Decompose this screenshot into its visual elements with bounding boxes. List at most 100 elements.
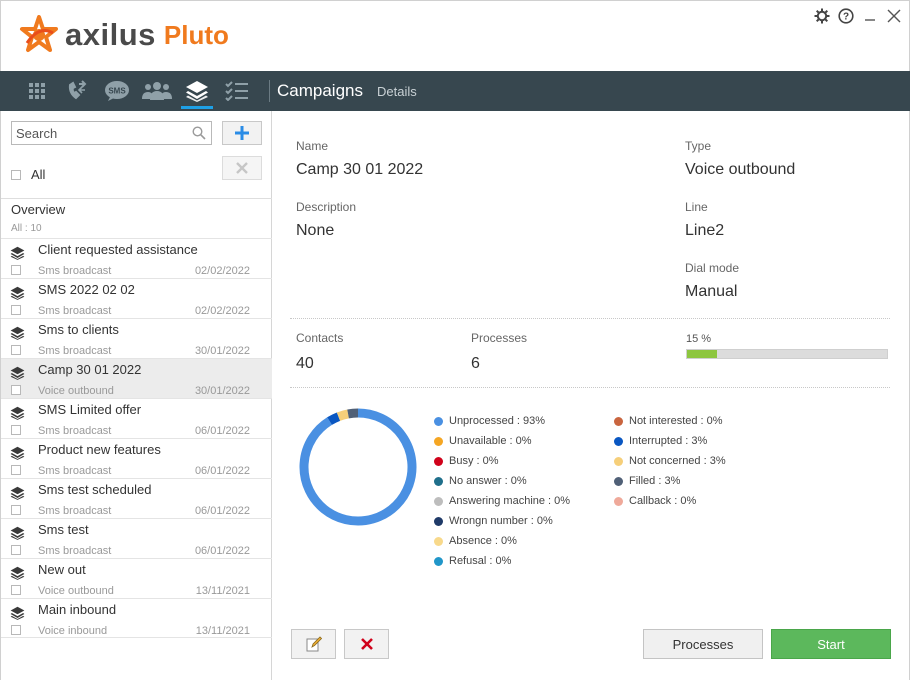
legend-item: Unavailable : 0% bbox=[434, 431, 570, 451]
brand-name: axilus bbox=[65, 17, 156, 52]
item-checkbox[interactable] bbox=[11, 505, 21, 515]
legend-label: Absence : 0% bbox=[449, 535, 517, 547]
donut-slice-unprocessed bbox=[299, 408, 417, 526]
list-item[interactable]: New out Voice outbound 13/11/2021 bbox=[1, 558, 272, 598]
item-checkbox[interactable] bbox=[11, 265, 21, 275]
list-item[interactable]: Sms test scheduled Sms broadcast 06/01/2… bbox=[1, 478, 272, 518]
breadcrumb-details[interactable]: Details bbox=[377, 84, 417, 99]
layers-icon bbox=[10, 486, 25, 505]
app-header: axilus Pluto ? bbox=[0, 0, 910, 71]
list-item[interactable]: Sms to clients Sms broadcast 30/01/2022 bbox=[1, 318, 272, 358]
layers-icon bbox=[10, 366, 25, 385]
list-item[interactable]: Sms test Sms broadcast 06/01/2022 bbox=[1, 518, 272, 558]
campaign-name: Camp 30 01 2022 bbox=[38, 362, 142, 377]
campaign-name: Product new features bbox=[38, 442, 161, 457]
campaign-type: Sms broadcast bbox=[38, 545, 112, 557]
campaign-date: 06/01/2022 bbox=[194, 545, 250, 557]
grid-icon[interactable] bbox=[17, 71, 57, 111]
legend-swatch bbox=[614, 496, 623, 506]
donut-slice-filled bbox=[347, 408, 359, 419]
close-icon[interactable] bbox=[885, 7, 903, 25]
search-input[interactable] bbox=[12, 122, 182, 144]
legend-swatch bbox=[434, 536, 443, 546]
divider bbox=[290, 387, 890, 388]
legend-label: Answering machine : 0% bbox=[449, 495, 571, 507]
campaign-type: Sms broadcast bbox=[38, 505, 112, 517]
legend-swatch bbox=[434, 476, 443, 486]
legend-label: Interrupted : 3% bbox=[629, 435, 708, 447]
description-label: Description bbox=[296, 200, 357, 214]
svg-text:SMS: SMS bbox=[108, 87, 126, 96]
list-item[interactable]: SMS 2022 02 02 Sms broadcast 02/02/2022 bbox=[1, 278, 272, 318]
add-campaign-button[interactable] bbox=[222, 121, 262, 145]
legend-label: Unprocessed : 93% bbox=[449, 415, 545, 427]
list-item[interactable]: Client requested assistance Sms broadcas… bbox=[1, 238, 272, 278]
select-all-row: All bbox=[11, 167, 45, 182]
axilus-logo-icon bbox=[20, 15, 58, 52]
delete-campaign-button[interactable] bbox=[222, 156, 262, 180]
legend-label: Unavailable : 0% bbox=[449, 435, 532, 447]
item-checkbox[interactable] bbox=[11, 345, 21, 355]
legend-swatch bbox=[434, 436, 443, 446]
progress-bar bbox=[686, 349, 888, 359]
campaign-date: 30/01/2022 bbox=[194, 385, 250, 397]
line-value: Line2 bbox=[685, 222, 725, 239]
call-transfer-icon[interactable] bbox=[57, 71, 97, 111]
campaign-type: Voice inbound bbox=[38, 625, 108, 637]
item-checkbox[interactable] bbox=[11, 425, 21, 435]
list-item[interactable]: Main inbound Voice inbound 13/11/2021 bbox=[1, 598, 272, 638]
campaign-name: Sms test scheduled bbox=[38, 482, 152, 497]
overview-title: Overview bbox=[11, 202, 66, 217]
edit-button[interactable] bbox=[291, 629, 336, 659]
type-label: Type bbox=[685, 139, 712, 153]
legend-label: No answer : 0% bbox=[449, 475, 527, 487]
legend-swatch bbox=[614, 416, 623, 426]
layers-icon bbox=[10, 326, 25, 345]
edit-icon bbox=[306, 636, 322, 652]
gear-icon[interactable] bbox=[813, 7, 831, 25]
delete-button[interactable] bbox=[344, 629, 389, 659]
layers-icon bbox=[10, 606, 25, 625]
contacts-label: Contacts bbox=[296, 331, 344, 345]
campaign-type: Sms broadcast bbox=[38, 345, 112, 357]
layers-icon[interactable] bbox=[177, 71, 217, 111]
search-icon[interactable] bbox=[192, 126, 206, 145]
start-button[interactable]: Start bbox=[771, 629, 891, 659]
campaign-name: Sms test bbox=[38, 522, 89, 537]
processes-value: 6 bbox=[471, 355, 480, 372]
name-value: Camp 30 01 2022 bbox=[296, 161, 424, 178]
search-box bbox=[11, 121, 212, 145]
minimize-icon[interactable] bbox=[861, 7, 879, 25]
toolbar-separator bbox=[269, 80, 270, 102]
campaign-date: 30/01/2022 bbox=[194, 345, 250, 357]
campaign-list: Client requested assistance Sms broadcas… bbox=[1, 238, 272, 638]
legend-swatch bbox=[434, 416, 443, 426]
layers-icon bbox=[10, 406, 25, 425]
select-all-checkbox[interactable] bbox=[11, 169, 21, 180]
line-label: Line bbox=[685, 200, 708, 214]
processes-button[interactable]: Processes bbox=[643, 629, 763, 659]
item-checkbox[interactable] bbox=[11, 305, 21, 315]
help-icon[interactable]: ? bbox=[837, 7, 855, 25]
legend-label: Callback : 0% bbox=[629, 495, 697, 507]
legend-swatch bbox=[434, 516, 443, 526]
list-item-selected[interactable]: Camp 30 01 2022 Voice outbound 30/01/202… bbox=[1, 358, 272, 398]
campaign-name: Main inbound bbox=[38, 602, 117, 617]
item-checkbox[interactable] bbox=[11, 385, 21, 395]
legend-item: Unprocessed : 93% bbox=[434, 411, 570, 431]
main-toolbar: SMS Campaigns Details bbox=[0, 71, 910, 111]
campaign-details: Name Camp 30 01 2022 Type Voice outbound… bbox=[272, 111, 910, 680]
name-label: Name bbox=[296, 139, 329, 153]
item-checkbox[interactable] bbox=[11, 545, 21, 555]
sms-icon[interactable]: SMS bbox=[97, 71, 137, 111]
checklist-icon[interactable] bbox=[217, 71, 257, 111]
list-item[interactable]: Product new features Sms broadcast 06/01… bbox=[1, 438, 272, 478]
users-icon[interactable] bbox=[137, 71, 177, 111]
item-checkbox[interactable] bbox=[11, 465, 21, 475]
list-item[interactable]: SMS Limited offer Sms broadcast 06/01/20… bbox=[1, 398, 272, 438]
legend-label: Busy : 0% bbox=[449, 455, 499, 467]
item-checkbox[interactable] bbox=[11, 585, 21, 595]
item-checkbox[interactable] bbox=[11, 625, 21, 635]
overview-count: All : 10 bbox=[11, 223, 42, 234]
svg-text:?: ? bbox=[843, 12, 849, 23]
